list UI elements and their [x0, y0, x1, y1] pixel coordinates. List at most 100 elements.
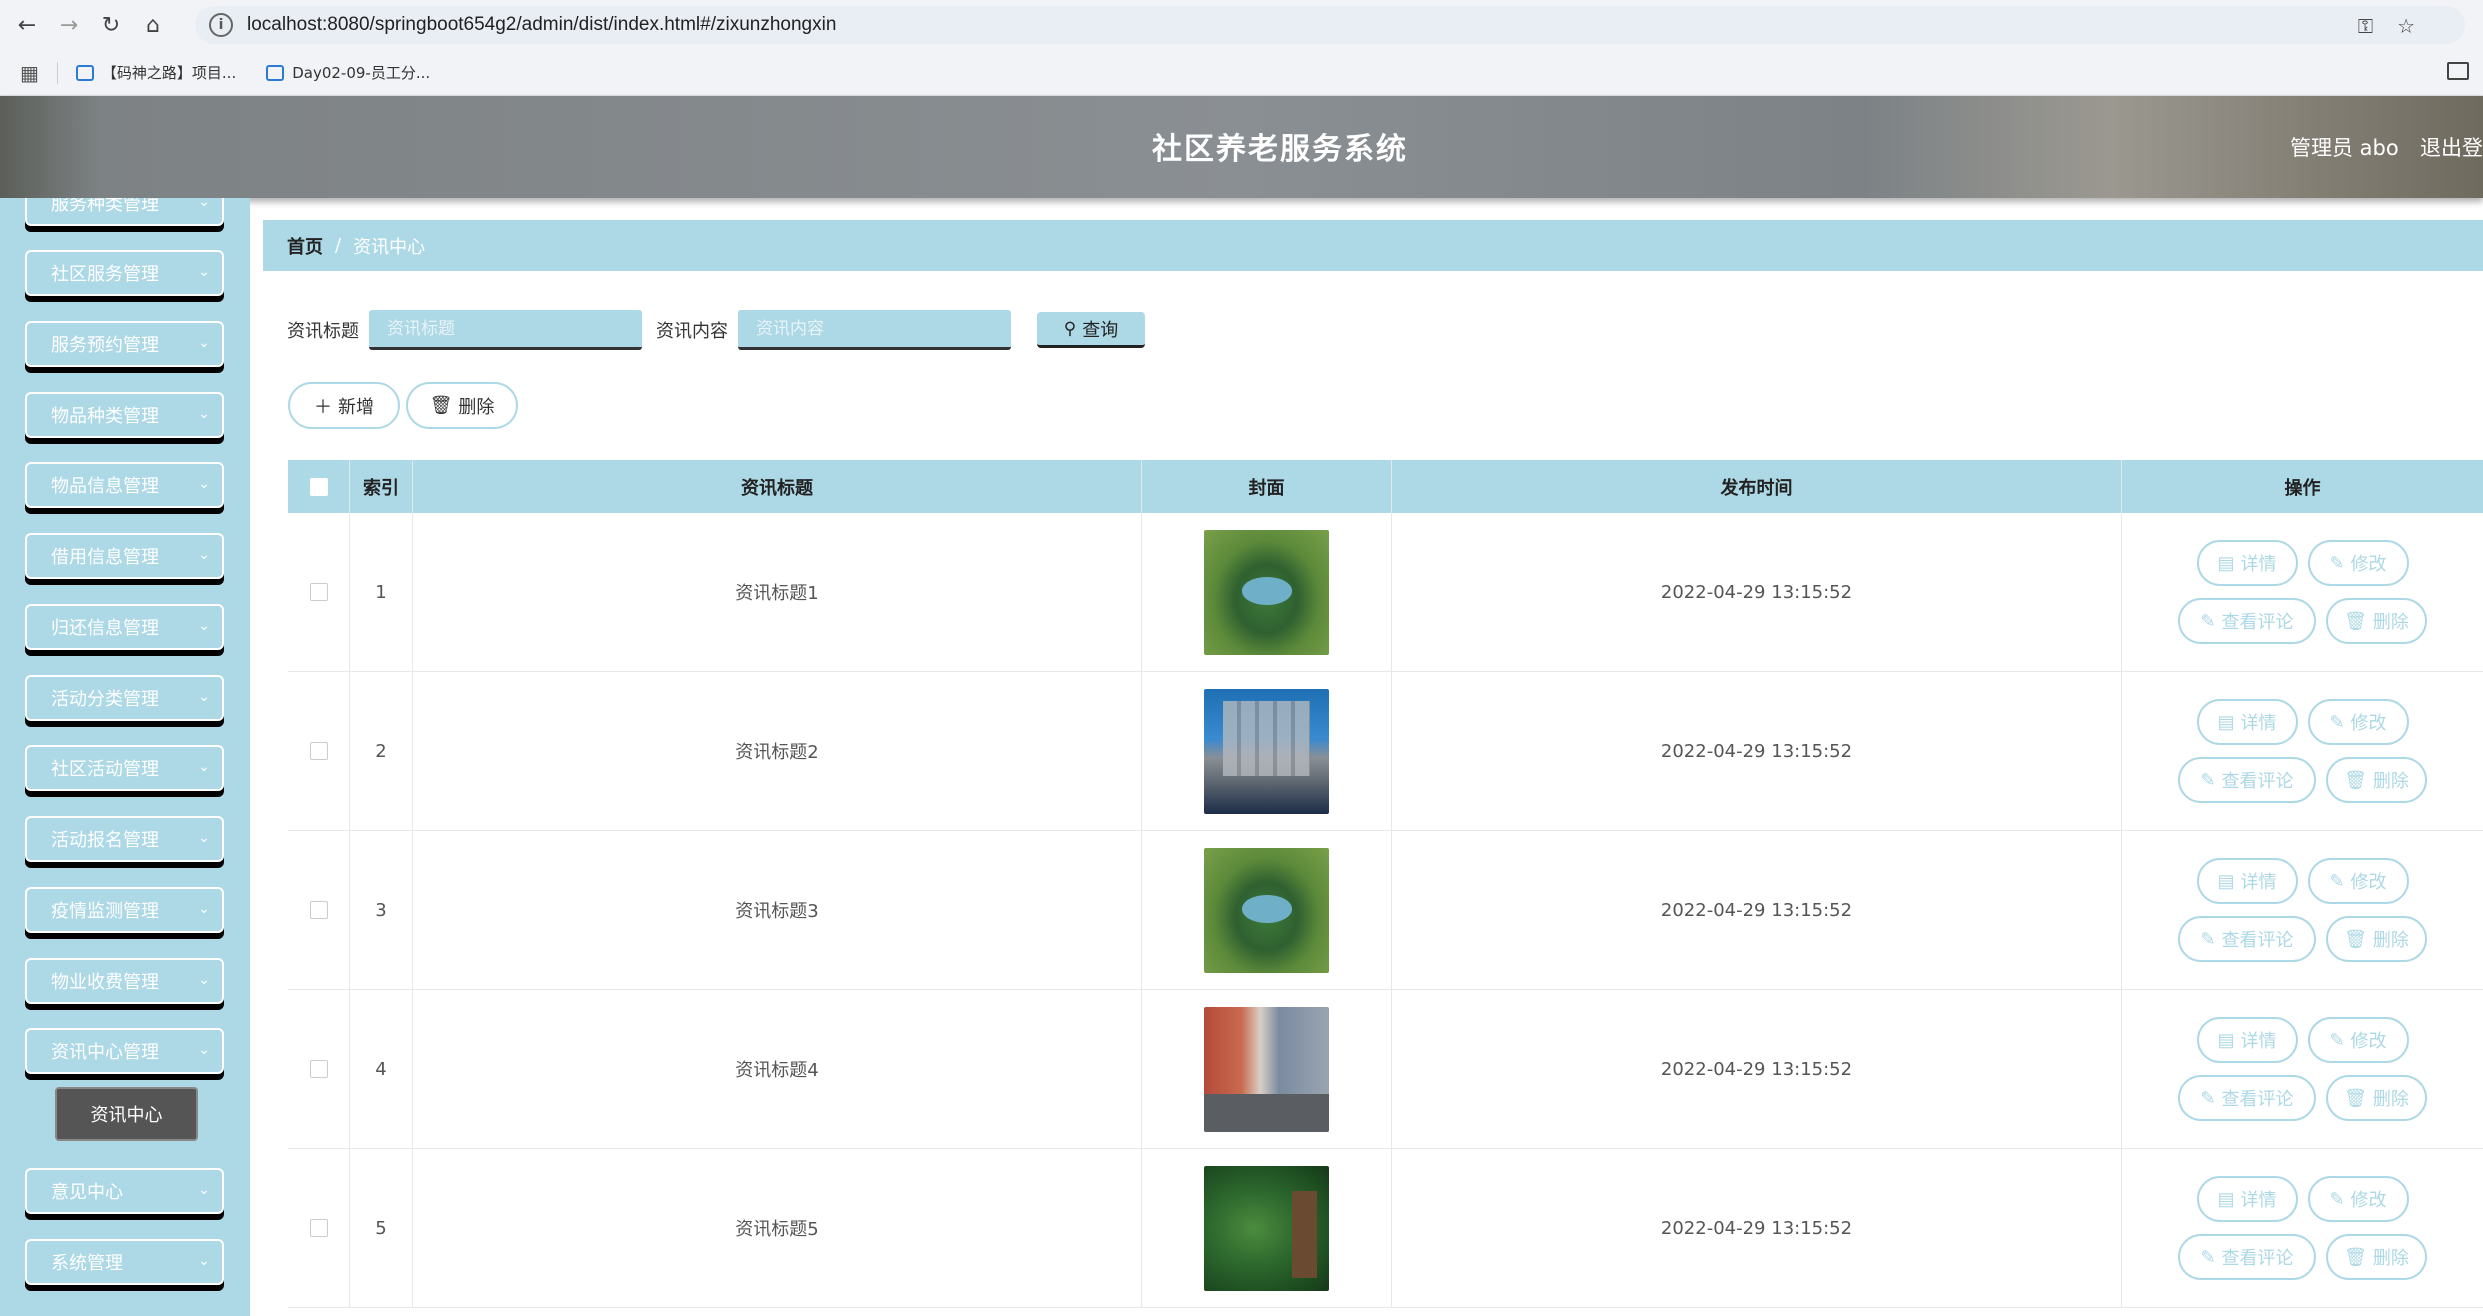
- row-time: 2022-04-29 13:15:52: [1392, 513, 2122, 671]
- row-title: 资讯标题2: [413, 672, 1142, 830]
- current-user: 管理员 abo: [2290, 136, 2399, 160]
- bookmark-item[interactable]: 【码神之路】项目...: [75, 62, 236, 83]
- sidebar-item-borrow-info[interactable]: 借用信息管理 ⌄: [25, 533, 224, 579]
- row-title: 资讯标题5: [413, 1149, 1142, 1307]
- sidebar-item-news-center[interactable]: 资讯中心管理 ⌄: [25, 1028, 224, 1074]
- cover-image[interactable]: [1204, 1165, 1329, 1291]
- bookmark-item[interactable]: Day02-09-员工分...: [266, 62, 430, 83]
- sidebar-item-epidemic[interactable]: 疫情监测管理 ⌄: [25, 887, 224, 933]
- folder-icon[interactable]: [2447, 62, 2469, 80]
- cover-image[interactable]: [1204, 529, 1329, 655]
- row-delete-button[interactable]: 🗑 删除: [2326, 916, 2427, 962]
- url-text[interactable]: localhost:8080/springboot654g2/admin/dis…: [247, 14, 836, 36]
- cover-image[interactable]: [1204, 1006, 1329, 1132]
- sidebar-item-feedback[interactable]: 意见中心 ⌄: [25, 1168, 224, 1214]
- pencil-icon: ✎: [2329, 870, 2345, 891]
- title-search-label: 资讯标题: [287, 321, 359, 342]
- detail-button[interactable]: ▤ 详情: [2196, 1017, 2298, 1063]
- add-button[interactable]: ＋ 新增: [288, 382, 400, 429]
- chevron-down-icon: ⌄: [198, 901, 210, 917]
- row-delete-button[interactable]: 🗑 删除: [2326, 757, 2427, 803]
- detail-button[interactable]: ▤ 详情: [2196, 540, 2298, 586]
- sidebar-item-return-info[interactable]: 归还信息管理 ⌄: [25, 604, 224, 650]
- detail-button[interactable]: ▤ 详情: [2196, 1176, 2298, 1222]
- sidebar-item-system[interactable]: 系统管理 ⌄: [25, 1239, 224, 1285]
- home-icon[interactable]: ⌂: [138, 10, 168, 40]
- row-cover-cell: [1142, 831, 1392, 989]
- detail-label: 详情: [2240, 554, 2277, 574]
- view-comments-button[interactable]: ✎ 查看评论: [2178, 598, 2316, 644]
- edit-button[interactable]: ✎ 修改: [2307, 699, 2409, 745]
- breadcrumb: 首页 / 资讯中心: [263, 220, 2483, 271]
- row-delete-label: 删除: [2372, 1248, 2409, 1268]
- view-comments-button[interactable]: ✎ 查看评论: [2178, 757, 2316, 803]
- sidebar-item-activity-signup[interactable]: 活动报名管理 ⌄: [25, 816, 224, 862]
- site-info-icon[interactable]: i: [209, 13, 233, 37]
- row-checkbox[interactable]: [309, 1060, 328, 1078]
- header-cover: 封面: [1142, 460, 1392, 513]
- sidebar-item-service-booking[interactable]: 服务预约管理 ⌄: [25, 321, 224, 367]
- bilibili-icon: [266, 64, 285, 81]
- row-checkbox[interactable]: [309, 742, 328, 760]
- sidebar-item-label: 资讯中心管理: [51, 1042, 159, 1063]
- batch-delete-button[interactable]: 🗑 删除: [406, 382, 518, 429]
- title-search-input[interactable]: [369, 310, 642, 350]
- sidebar-item-property-fee[interactable]: 物业收费管理 ⌄: [25, 958, 224, 1004]
- trash-icon: 🗑: [2344, 1246, 2367, 1267]
- chevron-down-icon: ⌄: [198, 1182, 210, 1198]
- edit-button[interactable]: ✎ 修改: [2307, 540, 2409, 586]
- sidebar-subitem-news[interactable]: 资讯中心: [55, 1087, 198, 1141]
- row-checkbox[interactable]: [309, 901, 328, 919]
- address-bar[interactable]: i localhost:8080/springboot654g2/admin/d…: [195, 6, 2465, 44]
- sidebar-item-item-type[interactable]: 物品种类管理 ⌄: [25, 392, 224, 438]
- cover-image[interactable]: [1204, 688, 1329, 814]
- pencil-icon: ✎: [2200, 1246, 2216, 1267]
- view-comments-button[interactable]: ✎ 查看评论: [2178, 916, 2316, 962]
- query-button[interactable]: ⚲ 查询: [1037, 312, 1145, 348]
- logout-link[interactable]: 退出登: [2420, 132, 2483, 162]
- edit-button[interactable]: ✎ 修改: [2307, 1176, 2409, 1222]
- row-index: 2: [350, 672, 413, 830]
- select-all-checkbox[interactable]: [309, 477, 328, 496]
- view-comments-button[interactable]: ✎ 查看评论: [2178, 1234, 2316, 1280]
- star-icon[interactable]: ☆: [2397, 14, 2415, 38]
- detail-button[interactable]: ▤ 详情: [2196, 699, 2298, 745]
- key-icon[interactable]: ⚿: [2358, 14, 2373, 38]
- row-checkbox-cell: [288, 831, 350, 989]
- cover-image[interactable]: [1204, 847, 1329, 973]
- sidebar-item-activity-category[interactable]: 活动分类管理 ⌄: [25, 675, 224, 721]
- breadcrumb-home[interactable]: 首页: [287, 233, 323, 259]
- sidebar-item-community-activity[interactable]: 社区活动管理 ⌄: [25, 745, 224, 791]
- sidebar-item-community-service[interactable]: 社区服务管理 ⌄: [25, 250, 224, 296]
- row-index: 4: [350, 990, 413, 1148]
- sidebar-item-item-info[interactable]: 物品信息管理 ⌄: [25, 462, 224, 508]
- document-icon: ▤: [2217, 711, 2235, 732]
- row-cover-cell: [1142, 990, 1392, 1148]
- table-row: 5 资讯标题5 2022-04-29 13:15:52 ▤ 详情 ✎ 修改 ✎ 查看评…: [288, 1149, 2483, 1308]
- pencil-icon: ✎: [2200, 928, 2216, 949]
- sidebar-item-service-type[interactable]: 服务种类管理 ⌄: [25, 198, 224, 226]
- sidebar-item-label: 物品种类管理: [51, 406, 159, 427]
- detail-button[interactable]: ▤ 详情: [2196, 858, 2298, 904]
- edit-button[interactable]: ✎ 修改: [2307, 1017, 2409, 1063]
- row-checkbox[interactable]: [309, 583, 328, 601]
- edit-button[interactable]: ✎ 修改: [2307, 858, 2409, 904]
- reload-icon[interactable]: ↻: [96, 10, 126, 40]
- sidebar-item-label: 社区服务管理: [51, 264, 159, 285]
- sidebar-item-label: 服务预约管理: [51, 335, 159, 356]
- row-delete-button[interactable]: 🗑 删除: [2326, 1234, 2427, 1280]
- forward-icon[interactable]: →: [54, 10, 84, 40]
- view-comments-button[interactable]: ✎ 查看评论: [2178, 1075, 2316, 1121]
- breadcrumb-current: 资讯中心: [353, 236, 426, 258]
- header-title: 资讯标题: [413, 460, 1142, 513]
- news-table: 索引 资讯标题 封面 发布时间 操作 1 资讯标题1 2022-04-29 13…: [288, 460, 2483, 1308]
- row-delete-button[interactable]: 🗑 删除: [2326, 1075, 2427, 1121]
- pencil-icon: ✎: [2329, 711, 2345, 732]
- row-delete-button[interactable]: 🗑 删除: [2326, 598, 2427, 644]
- back-icon[interactable]: ←: [12, 10, 42, 40]
- chevron-down-icon: ⌄: [198, 618, 210, 634]
- detail-label: 详情: [2240, 1190, 2277, 1210]
- row-checkbox[interactable]: [309, 1219, 328, 1237]
- content-search-input[interactable]: [738, 310, 1011, 350]
- apps-grid-icon[interactable]: ▦: [20, 61, 39, 85]
